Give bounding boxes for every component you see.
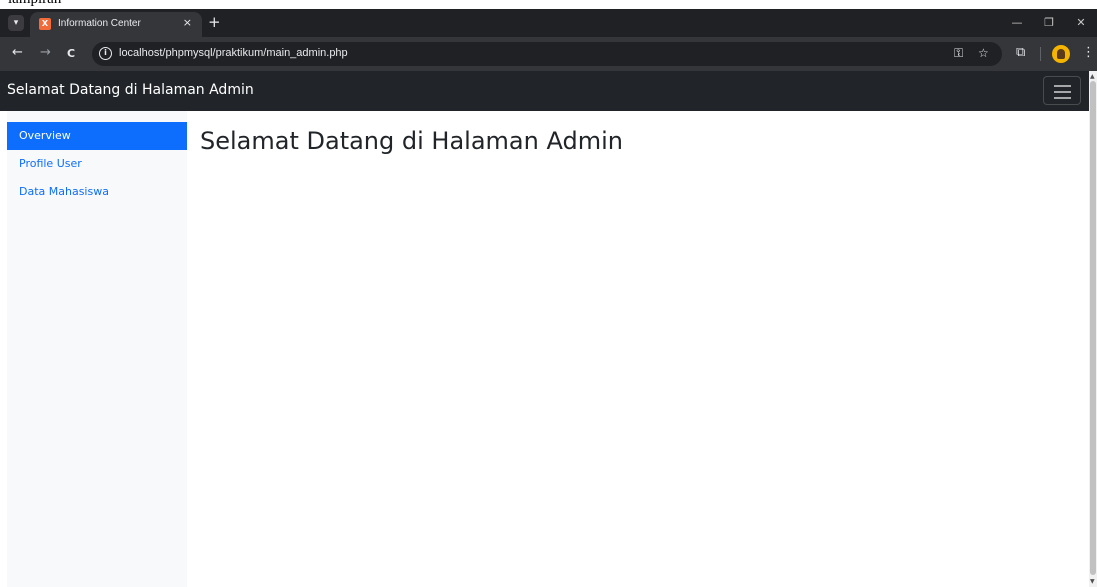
address-bar[interactable]: i localhost/phpmysql/praktikum/main_admi… xyxy=(92,42,1002,66)
top-stray-text: lampiran xyxy=(8,0,61,8)
scroll-thumb[interactable] xyxy=(1090,81,1096,575)
browser-window: ▾ X Information Center × + — ❐ ✕ ← → C i… xyxy=(0,9,1097,587)
sidebar-item-data-mahasiswa[interactable]: Data Mahasiswa xyxy=(7,178,187,206)
key-icon[interactable]: ⚿ xyxy=(954,46,963,61)
sidebar: Overview Profile User Data Mahasiswa xyxy=(7,111,187,587)
sidebar-item-profile-user[interactable]: Profile User xyxy=(7,150,187,178)
xampp-icon: X xyxy=(39,18,51,30)
scrollbar[interactable]: ▲ ▼ xyxy=(1089,71,1097,587)
minimize-icon[interactable]: — xyxy=(1001,9,1033,37)
page-viewport: Selamat Datang di Halaman Admin Overview… xyxy=(0,71,1097,587)
close-icon[interactable]: × xyxy=(183,16,192,29)
browser-toolbar: ← → C i localhost/phpmysql/praktikum/mai… xyxy=(0,37,1097,71)
kebab-menu-icon[interactable]: ⋮ xyxy=(1082,45,1095,60)
window-controls: — ❐ ✕ xyxy=(1001,9,1097,37)
reload-icon[interactable]: C xyxy=(67,47,75,60)
plus-icon[interactable]: + xyxy=(208,13,221,31)
navbar-brand[interactable]: Selamat Datang di Halaman Admin xyxy=(7,82,254,98)
url-text[interactable]: localhost/phpmysql/praktikum/main_admin.… xyxy=(119,47,348,59)
tab-title: Information Center xyxy=(58,18,141,29)
tab-information-center[interactable]: X Information Center × xyxy=(30,12,202,37)
info-icon[interactable]: i xyxy=(99,47,112,60)
toolbar-separator xyxy=(1040,47,1041,61)
avatar-icon[interactable] xyxy=(1052,45,1070,63)
arrow-left-icon[interactable]: ← xyxy=(12,45,23,60)
top-strip: lampiran xyxy=(0,0,1097,9)
sidebar-item-overview[interactable]: Overview xyxy=(7,122,187,150)
restore-icon[interactable]: ❐ xyxy=(1033,9,1065,37)
chevron-down-icon[interactable]: ▾ xyxy=(8,15,24,31)
page-title: Selamat Datang di Halaman Admin xyxy=(200,127,623,155)
top-navbar: Selamat Datang di Halaman Admin xyxy=(0,71,1089,111)
hamburger-icon[interactable] xyxy=(1043,76,1081,105)
scroll-up-icon[interactable]: ▲ xyxy=(1090,73,1095,80)
window-close-icon[interactable]: ✕ xyxy=(1065,9,1097,37)
puzzle-icon[interactable]: ⧉ xyxy=(1016,45,1025,60)
arrow-right-icon[interactable]: → xyxy=(40,45,51,60)
star-icon[interactable]: ☆ xyxy=(978,46,989,60)
tab-bar: ▾ X Information Center × + — ❐ ✕ xyxy=(0,9,1097,37)
scroll-down-icon[interactable]: ▼ xyxy=(1090,578,1095,585)
